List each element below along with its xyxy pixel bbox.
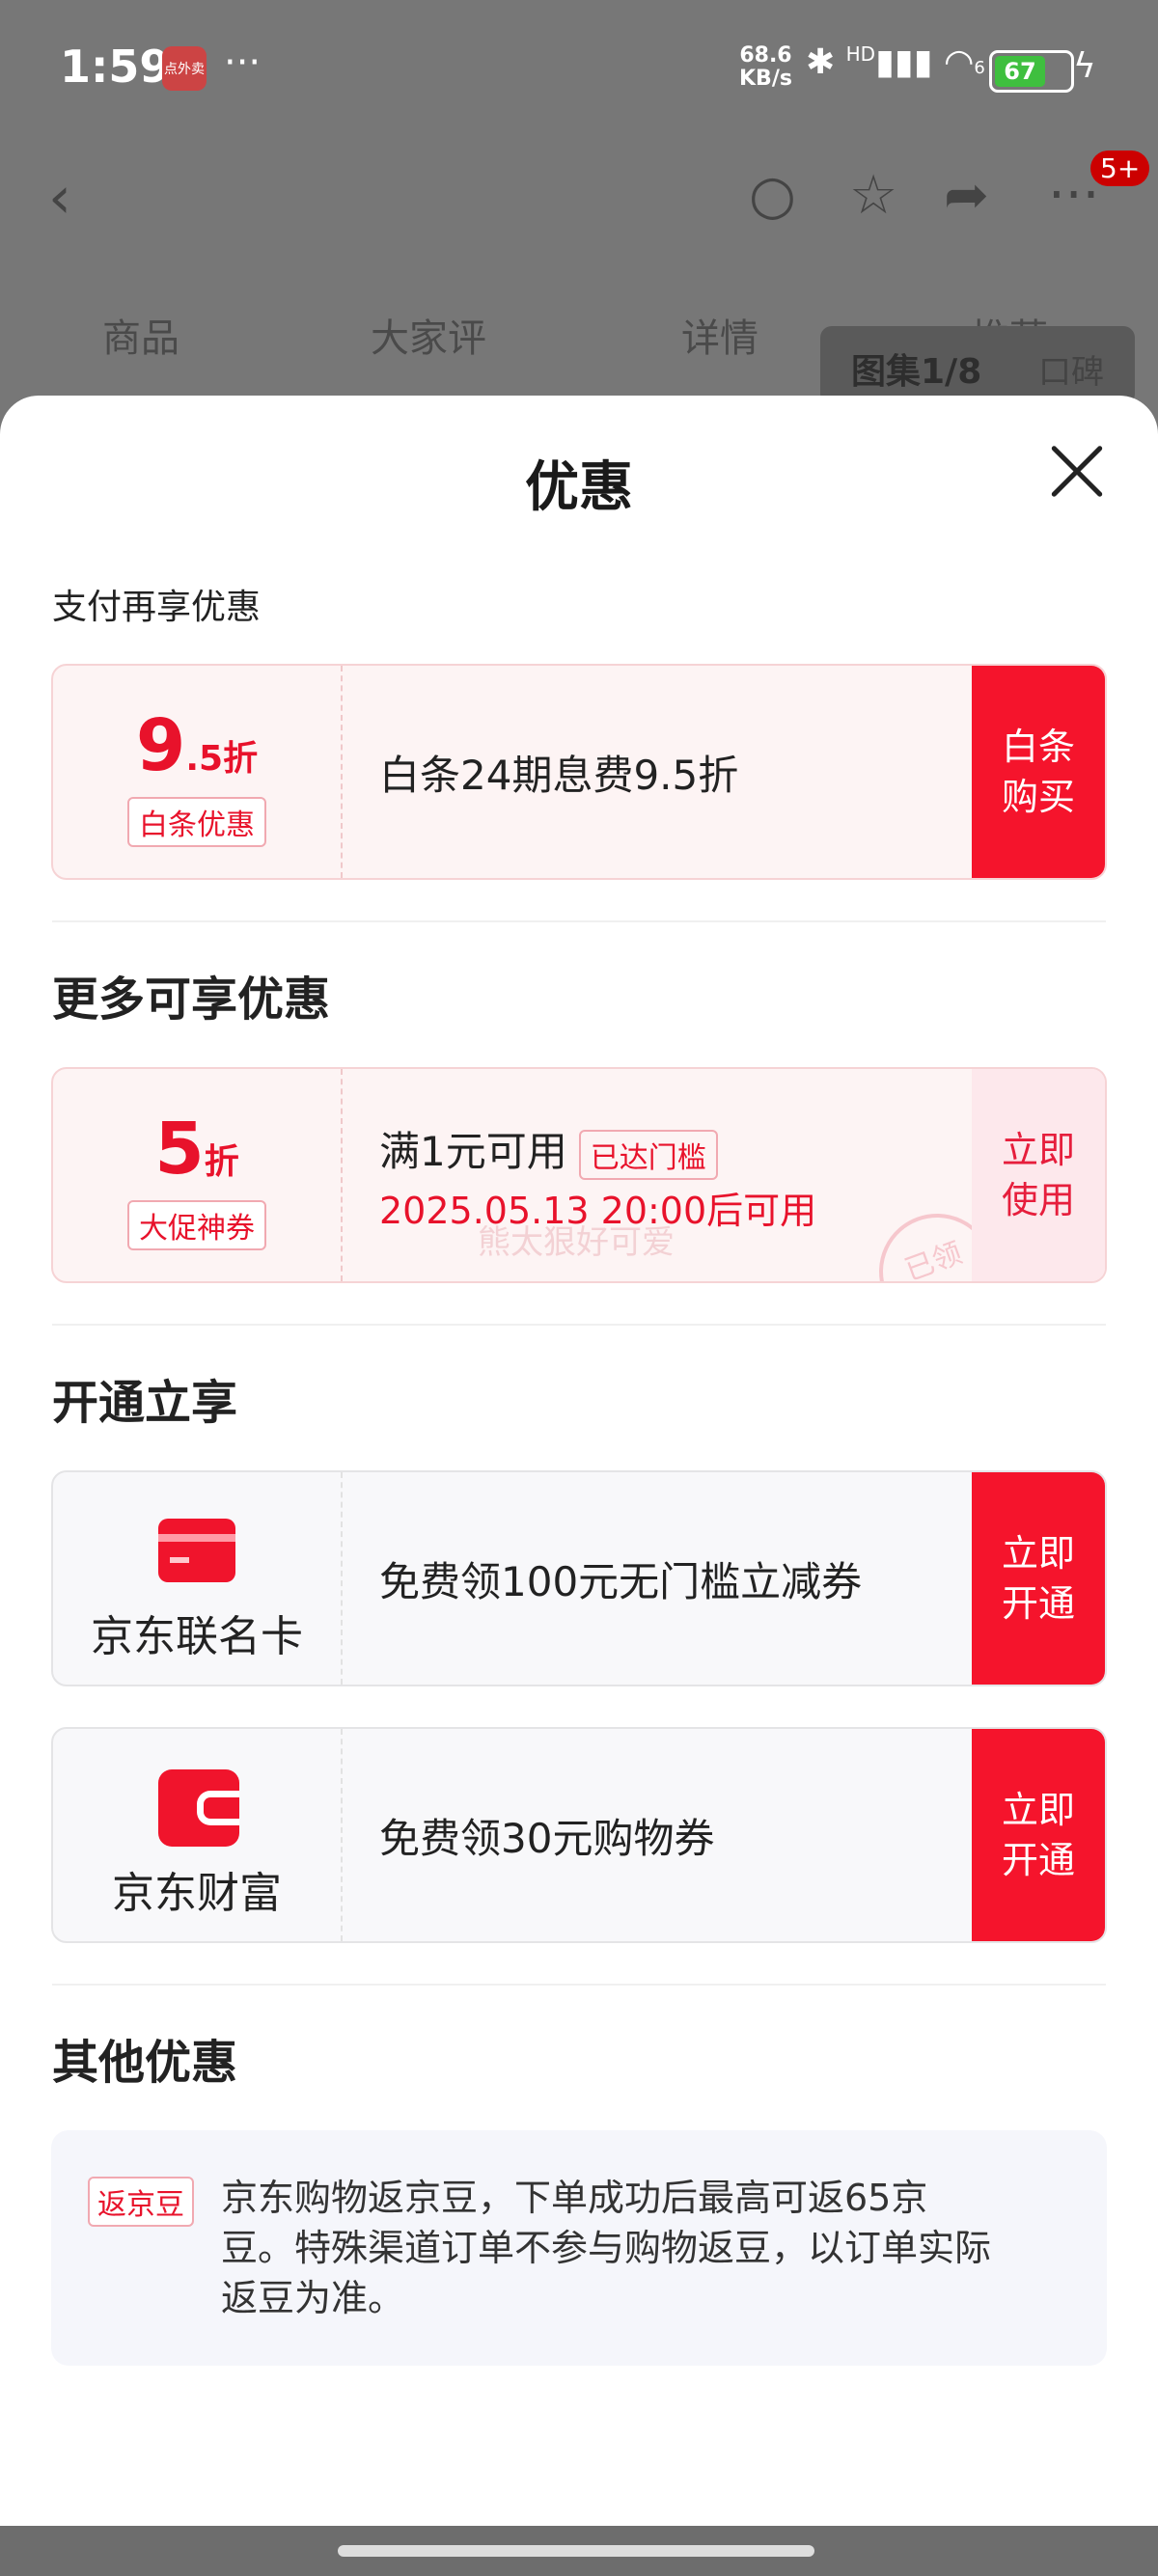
divider (52, 1324, 1106, 1326)
jd-cobrand-card-offer[interactable]: 京东联名卡 免费领100元无门槛立减券 立即 开通 (51, 1470, 1107, 1686)
coupon-value-area: 9.5折 白条优惠 (53, 666, 343, 878)
status-bar: 1:59 点外卖 ··· 68.6 KB/s ✱ HD▮▮▮ ◠6 67 ϟ (0, 0, 1158, 135)
offer-brand-name: 京东联名卡 (91, 1612, 303, 1661)
product-header: ‹ ○ ☆ ➦ ··· (0, 145, 1158, 241)
credit-card-icon (158, 1519, 235, 1582)
coupon-value-area: 5折 大促神券 (53, 1069, 343, 1281)
discount-value: 9.5折 (135, 704, 259, 787)
promo-coupon-card[interactable]: 5折 大促神券 满1元可用 已达门槛 2025.05.13 20:00后可用 熊太… (51, 1067, 1107, 1283)
discount-sheet: 优惠 支付再享优惠 9.5折 白条优惠 白条24期息费9.5折 白条 购买 更多… (0, 396, 1158, 2528)
clock: 1:59 (60, 41, 171, 93)
jd-wealth-offer[interactable]: 京东财富 免费领30元购物券 立即 开通 (51, 1727, 1107, 1943)
watermark-text: 熊太狠好可爱 (478, 1223, 675, 1262)
section-title-payment: 支付再享优惠 (52, 588, 262, 627)
offer-brand-area: 京东财富 (53, 1729, 343, 1941)
divider (52, 920, 1106, 922)
wifi-icon: ◠ (943, 42, 975, 82)
baitiao-coupon-card[interactable]: 9.5折 白条优惠 白条24期息费9.5折 白条 购买 (51, 664, 1107, 880)
threshold-reached-badge: 已达门槛 (578, 1129, 718, 1180)
coupon-description: 白条24期息费9.5折 (379, 752, 739, 799)
bluetooth-icon: ✱ (806, 42, 836, 82)
offer-description: 免费领30元购物券 (379, 1815, 715, 1862)
coupon-tag: 大促神券 (127, 1200, 266, 1250)
rebate-description: 京东购物返京豆，下单成功后最高可返65京豆。特殊渠道订单不参与购物返豆，以订单实… (221, 2177, 992, 2319)
activate-now-button[interactable]: 立即 开通 (972, 1729, 1105, 1941)
star-icon[interactable]: ☆ (849, 164, 897, 227)
battery-icon: 67 (989, 50, 1074, 93)
discount-value: 5折 (154, 1108, 239, 1191)
close-icon[interactable] (1048, 442, 1106, 500)
jd-beans-rebate-info: 返京豆 京东购物返京豆，下单成功后最高可返65京豆。特殊渠道订单不参与购物返豆，… (51, 2130, 1107, 2366)
coupon-condition: 满1元可用 已达门槛 (379, 1119, 718, 1180)
wallet-icon (158, 1769, 239, 1847)
message-badge: 5+ (1090, 151, 1150, 186)
offer-brand-name: 京东财富 (112, 1869, 282, 1918)
wifi-6-label: 6 (974, 58, 985, 78)
use-now-button[interactable]: 立即 使用 (972, 1069, 1105, 1281)
tab-details[interactable]: 详情 (681, 307, 758, 363)
chevron-left-icon[interactable]: ‹ (48, 164, 71, 232)
tab-reviews[interactable]: 大家评 (371, 307, 486, 363)
tab-product[interactable]: 商品 (102, 307, 179, 363)
divider (52, 1984, 1106, 1986)
connectivity-icons: ✱ HD▮▮▮ ◠6 (806, 42, 985, 82)
app-notification-icon: 点外卖 (162, 46, 207, 91)
charging-icon: ϟ (1073, 46, 1096, 86)
baitiao-buy-button[interactable]: 白条 购买 (972, 666, 1105, 878)
gallery-label: 图集1/8 (851, 352, 982, 392)
battery-level: 67 (995, 56, 1045, 87)
home-indicator[interactable] (338, 2545, 814, 2557)
share-icon[interactable]: ➦ (944, 164, 989, 227)
section-title-more: 更多可享优惠 (52, 973, 331, 1027)
offer-brand-area: 京东联名卡 (53, 1472, 343, 1685)
more-notifications-icon: ··· (224, 41, 262, 85)
activate-now-button[interactable]: 立即 开通 (972, 1472, 1105, 1685)
gesture-bar (0, 2526, 1158, 2576)
gallery-indicator[interactable]: 图集1/8 口碑 (820, 326, 1135, 405)
rebate-tag: 返京豆 (88, 2177, 194, 2227)
sheet-title: 优惠 (525, 456, 633, 519)
cell-bars-icon: ▮▮▮ (875, 42, 933, 82)
section-title-activate: 开通立享 (52, 1376, 238, 1430)
section-title-other: 其他优惠 (52, 2036, 238, 2090)
offer-description: 免费领100元无门槛立减券 (379, 1558, 863, 1605)
search-icon[interactable]: ○ (749, 164, 796, 227)
coupon-tag: 白条优惠 (127, 797, 266, 847)
network-speed: 68.6 KB/s (739, 43, 792, 91)
reviews-label: 口碑 (1038, 353, 1104, 392)
cell-signal-icon: HD (845, 42, 876, 66)
